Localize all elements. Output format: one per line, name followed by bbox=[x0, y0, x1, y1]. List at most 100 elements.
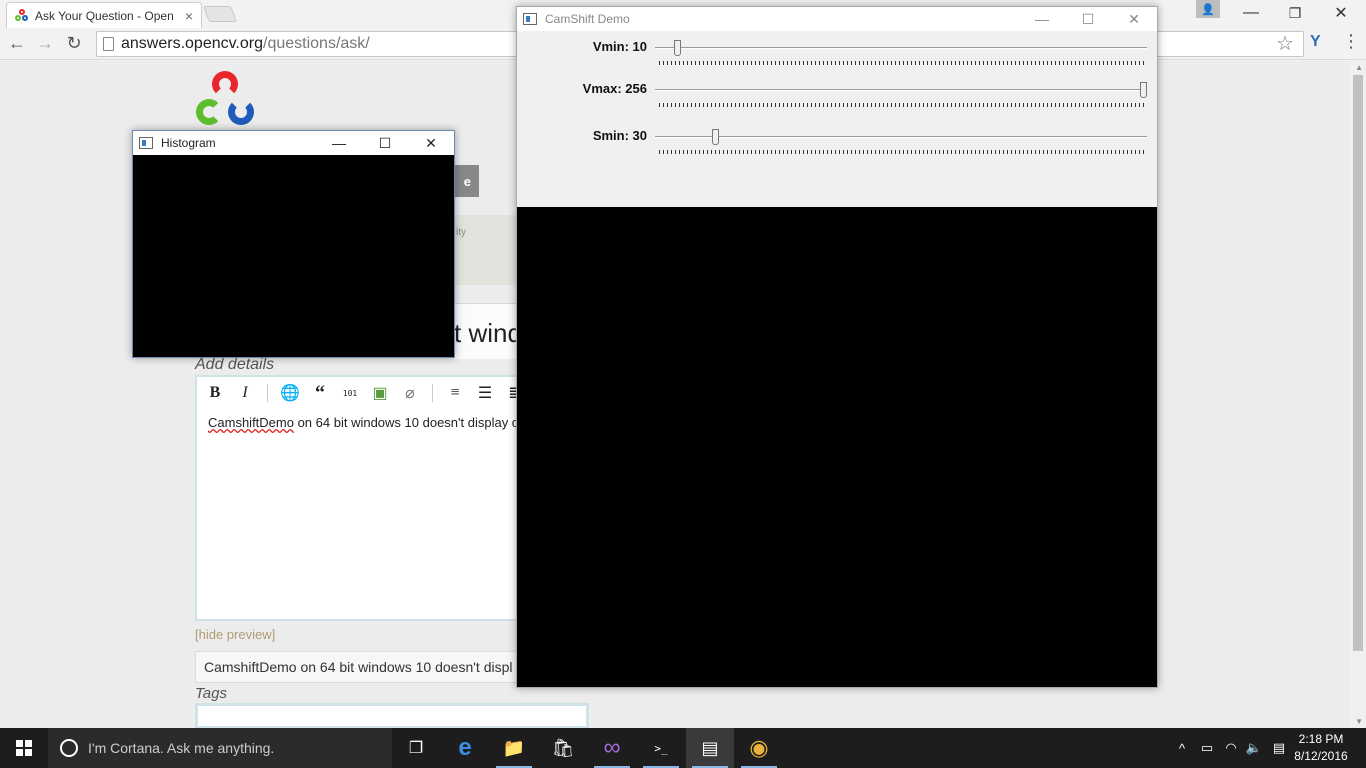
camshift-title: CamShift Demo bbox=[545, 12, 630, 26]
trackbar-ticks bbox=[659, 103, 1145, 107]
trackbar-smin: Smin: 30 bbox=[517, 128, 1157, 162]
windows-taskbar: I'm Cortana. Ask me anything. ❐ e 📁 🛍 ∞ … bbox=[0, 728, 1366, 768]
task-view-icon[interactable]: ❐ bbox=[392, 728, 440, 768]
histogram-maximize-button[interactable]: ☐ bbox=[362, 131, 408, 155]
tags-input[interactable] bbox=[195, 703, 589, 728]
window-app-icon bbox=[139, 137, 153, 149]
new-tab-button[interactable] bbox=[203, 6, 237, 22]
battery-icon[interactable]: ▭ bbox=[1196, 728, 1218, 768]
command-prompt-icon[interactable]: >_ bbox=[637, 728, 685, 768]
cortana-search-box[interactable]: I'm Cortana. Ask me anything. bbox=[48, 728, 392, 768]
camshift-window-controls: — ☐ ✕ bbox=[1019, 7, 1157, 31]
page-scrollbar[interactable]: ▲ ▼ bbox=[1350, 61, 1366, 728]
trackbar-track[interactable] bbox=[655, 82, 1147, 98]
preview-box: CamshiftDemo on 64 bit windows 10 doesn'… bbox=[195, 651, 525, 683]
edge-icon[interactable]: e bbox=[441, 728, 489, 768]
question-title-input[interactable]: t wind bbox=[454, 303, 516, 359]
code-icon[interactable]: 101 bbox=[342, 384, 358, 402]
link-icon[interactable]: 🌐 bbox=[280, 384, 300, 402]
info-box: ity bbox=[454, 215, 516, 285]
notification-icon[interactable]: ▤ bbox=[1268, 728, 1290, 768]
camshift-maximize-button[interactable]: ☐ bbox=[1065, 7, 1111, 31]
browser-minimize-button[interactable]: — bbox=[1228, 0, 1274, 26]
back-button[interactable]: ← bbox=[5, 31, 29, 55]
volume-icon[interactable]: 🔈 bbox=[1243, 728, 1265, 768]
attach-icon[interactable]: ⌀ bbox=[402, 384, 418, 402]
scroll-up-icon[interactable]: ▲ bbox=[1355, 63, 1363, 72]
bold-button[interactable]: B bbox=[207, 384, 223, 402]
histogram-minimize-button[interactable]: — bbox=[316, 131, 362, 155]
scroll-down-icon[interactable]: ▼ bbox=[1355, 717, 1363, 726]
trackbar-ticks bbox=[659, 150, 1145, 154]
question-editor[interactable]: B I 🌐 “ 101 ▣ ⌀ ≡ ☰ ≣ CamshiftDemo on 64… bbox=[195, 375, 525, 621]
page-icon bbox=[103, 37, 114, 51]
image-icon[interactable]: ▣ bbox=[372, 384, 388, 402]
cortana-placeholder: I'm Cortana. Ask me anything. bbox=[88, 740, 275, 756]
toolbar-separator bbox=[267, 384, 268, 402]
url-domain: answers.opencv.org bbox=[121, 35, 263, 52]
opencv-app-icon[interactable]: ▤ bbox=[686, 728, 734, 768]
opencv-favicon-icon bbox=[15, 8, 29, 23]
quote-icon[interactable]: “ bbox=[312, 382, 328, 404]
chrome-menu-icon[interactable]: ⋮ bbox=[1342, 31, 1360, 52]
file-explorer-icon[interactable]: 📁 bbox=[490, 728, 538, 768]
clock-date: 8/12/2016 bbox=[1294, 749, 1348, 763]
tray-chevron-icon[interactable]: ^ bbox=[1172, 728, 1192, 768]
window-app-icon bbox=[523, 13, 537, 25]
store-icon[interactable]: 🛍 bbox=[539, 728, 587, 768]
trackbar-vmin: Vmin: 10 bbox=[517, 39, 1157, 73]
wifi-icon[interactable]: ◠ bbox=[1220, 728, 1242, 768]
start-button[interactable] bbox=[0, 728, 48, 768]
profile-glyph: 👤 bbox=[1201, 3, 1215, 16]
editor-body-text[interactable]: CamshiftDemo on 64 bit windows 10 doesn'… bbox=[208, 415, 518, 430]
visual-studio-icon[interactable]: ∞ bbox=[588, 728, 636, 768]
tab-close-icon[interactable]: × bbox=[178, 7, 193, 24]
scrollbar-thumb[interactable] bbox=[1353, 75, 1363, 651]
hide-preview-link[interactable]: [hide preview] bbox=[195, 627, 275, 642]
trackbar-track[interactable] bbox=[655, 40, 1147, 56]
trackbar-label: Vmin: 10 bbox=[592, 39, 647, 54]
ordered-list-icon[interactable]: ≡ bbox=[447, 384, 463, 402]
bullet-list-icon[interactable]: ☰ bbox=[477, 384, 493, 402]
misspelled-word: CamshiftDemo bbox=[208, 415, 294, 430]
trackbar-vmax: Vmax: 256 bbox=[517, 81, 1157, 115]
profile-icon[interactable]: 👤 bbox=[1196, 0, 1220, 18]
url-path: /questions/ask/ bbox=[263, 35, 370, 52]
toolbar-separator bbox=[432, 384, 433, 402]
forward-button[interactable]: → bbox=[33, 31, 57, 55]
browser-close-button[interactable]: ✕ bbox=[1318, 0, 1364, 26]
ask-button-fragment[interactable]: e bbox=[452, 165, 479, 197]
trackbar-panel: Vmin: 10 Vmax: 256 Smin: 30 bbox=[517, 31, 1157, 207]
camshift-minimize-button[interactable]: — bbox=[1019, 7, 1065, 31]
trackbar-thumb[interactable] bbox=[1140, 82, 1147, 98]
editor-toolbar: B I 🌐 “ 101 ▣ ⌀ ≡ ☰ ≣ bbox=[197, 377, 523, 409]
trackbar-track[interactable] bbox=[655, 129, 1147, 145]
camshift-demo-window[interactable]: CamShift Demo — ☐ ✕ Vmin: 10 Vmax: 256 S… bbox=[516, 6, 1158, 688]
camshift-titlebar[interactable]: CamShift Demo — ☐ ✕ bbox=[517, 7, 1157, 31]
trackbar-label: Vmax: 256 bbox=[582, 81, 647, 96]
histogram-window-controls: — ☐ ✕ bbox=[316, 131, 454, 155]
histogram-close-button[interactable]: ✕ bbox=[408, 131, 454, 155]
browser-restore-button[interactable]: ❐ bbox=[1272, 0, 1318, 26]
tags-label: Tags bbox=[195, 685, 227, 702]
histogram-title: Histogram bbox=[161, 136, 216, 150]
extension-icon[interactable]: Y bbox=[1310, 33, 1321, 51]
bookmark-star-icon[interactable]: ☆ bbox=[1276, 31, 1294, 56]
trackbar-thumb[interactable] bbox=[712, 129, 719, 145]
italic-button[interactable]: I bbox=[237, 384, 253, 402]
camshift-close-button[interactable]: ✕ bbox=[1111, 7, 1157, 31]
clock-time: 2:18 PM bbox=[1298, 732, 1344, 746]
windows-logo-icon bbox=[16, 740, 32, 756]
histogram-window[interactable]: Histogram — ☐ ✕ bbox=[132, 130, 455, 358]
taskbar-clock[interactable]: 2:18 PM 8/12/2016 bbox=[1290, 731, 1352, 765]
histogram-titlebar[interactable]: Histogram — ☐ ✕ bbox=[133, 131, 454, 155]
opencv-logo[interactable] bbox=[194, 69, 258, 129]
trackbar-ticks bbox=[659, 61, 1145, 65]
trackbar-thumb[interactable] bbox=[674, 40, 681, 56]
reload-button[interactable]: ↻ bbox=[62, 31, 86, 55]
tab-title: Ask Your Question - Open bbox=[35, 8, 174, 23]
camera-view[interactable] bbox=[517, 207, 1157, 687]
browser-tab-ask-question[interactable]: Ask Your Question - Open × bbox=[6, 2, 202, 28]
editor-text-rest: on 64 bit windows 10 doesn't display c bbox=[293, 415, 519, 430]
chrome-icon[interactable]: ◉ bbox=[735, 728, 783, 768]
